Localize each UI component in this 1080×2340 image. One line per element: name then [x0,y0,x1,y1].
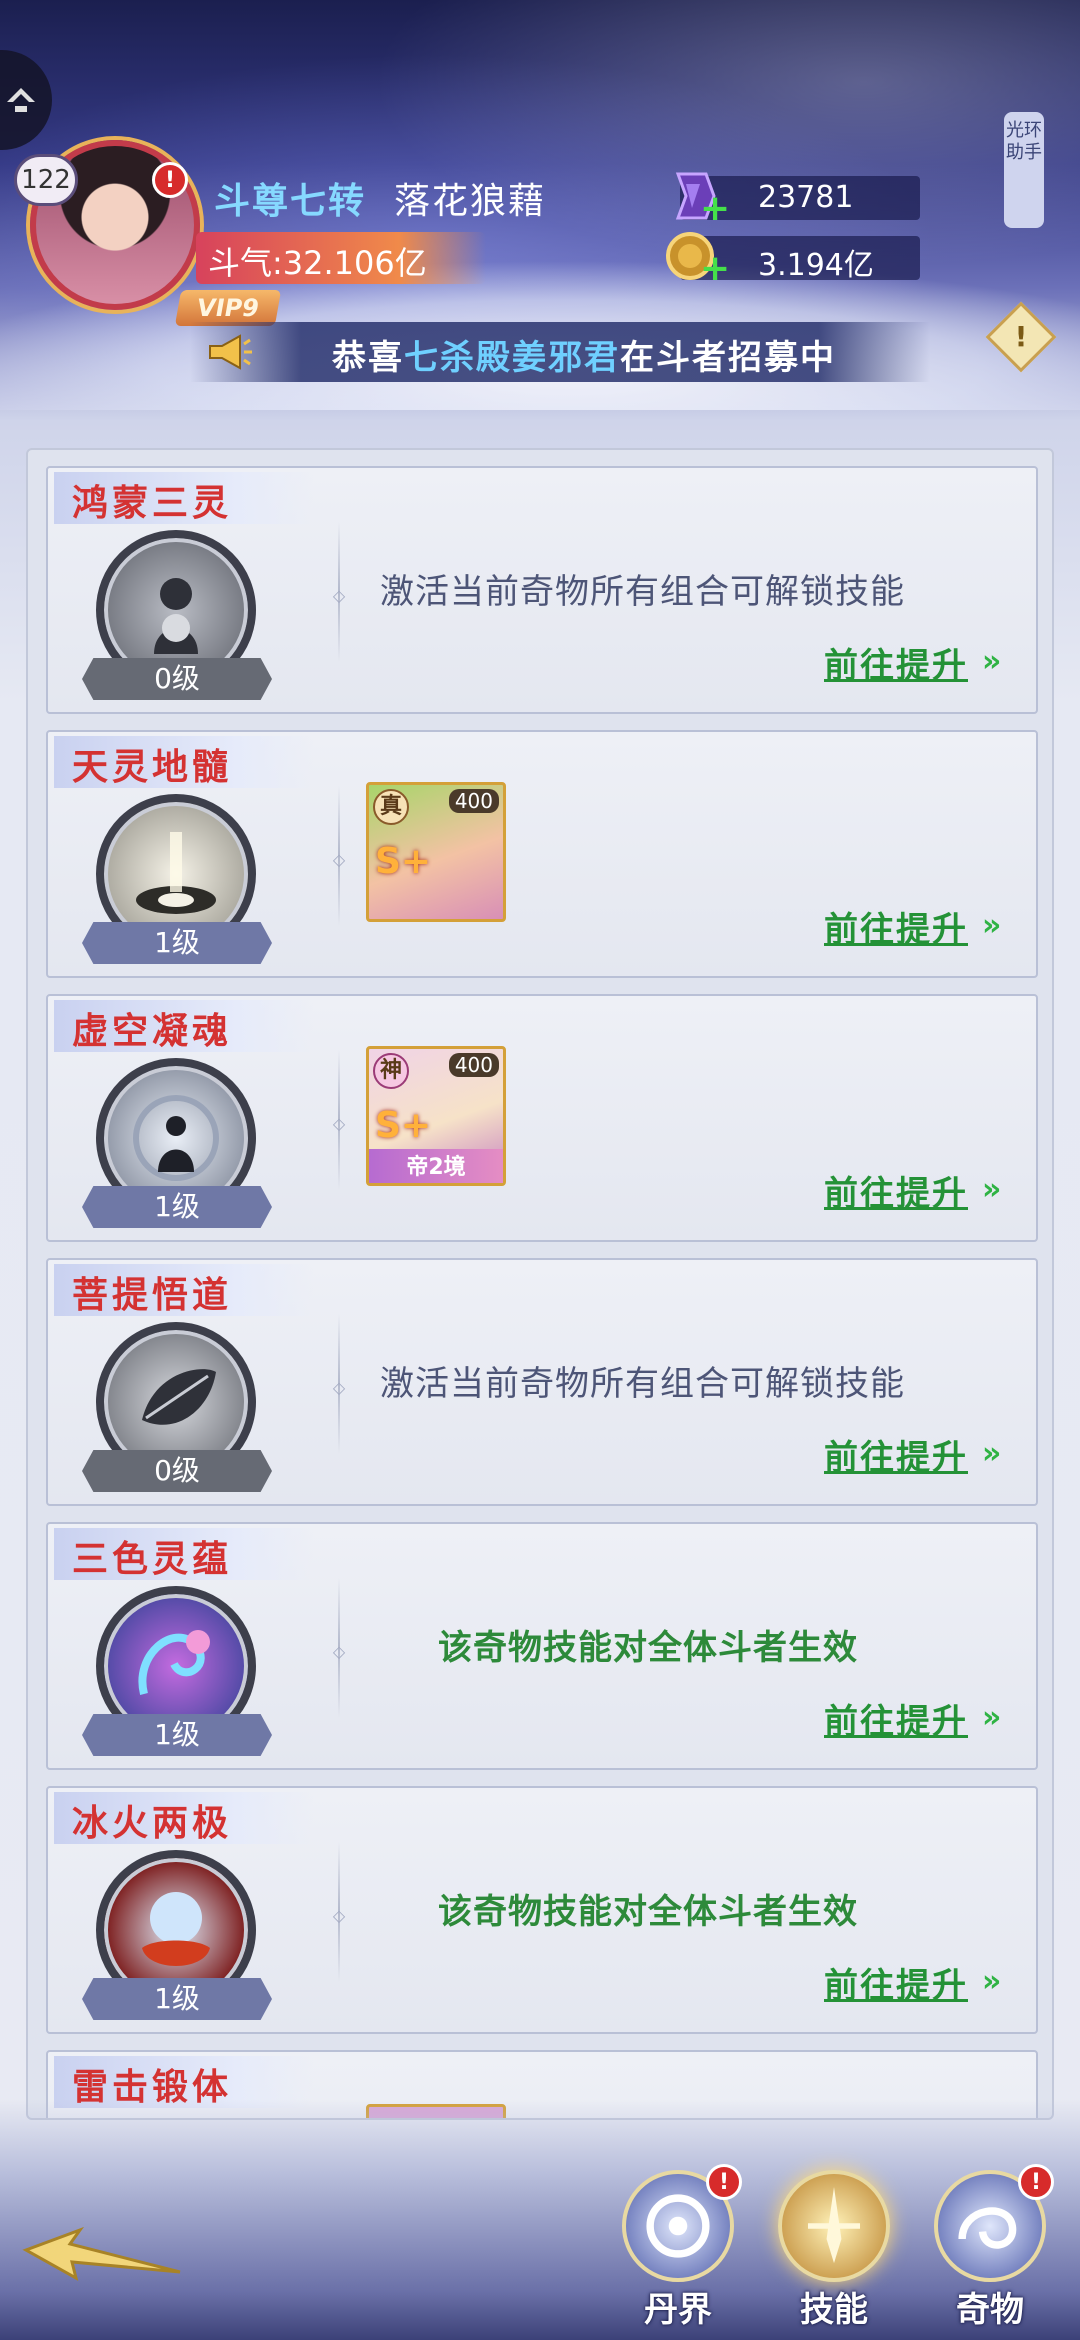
ice-fire-icon [142,1892,210,1966]
skill-description: 激活当前奇物所有组合可解锁技能 [380,572,905,612]
vip-badge[interactable]: VIP9 [174,290,282,326]
goto-upgrade-button[interactable]: 前往提升 [824,1430,968,1479]
skill-description: 该奇物技能对全体斗者生效 [438,1628,858,1668]
divider-diamond-icon: ◇ [332,850,346,869]
broadcast-prefix: 恭喜 [332,338,404,378]
player-avatar-frame[interactable]: 122 ! [14,140,200,310]
leaf-icon [142,1369,216,1425]
divider-diamond-icon: ◇ [332,1906,346,1925]
skill-level: 1级 [82,1978,272,2020]
power-value: 斗气:32.106亿 [208,244,427,282]
divider-diamond-icon: ◇ [332,1642,346,1661]
goto-upgrade-button[interactable]: 前往提升 [824,638,968,687]
hero-grade: S+ [375,1105,432,1146]
skill-level: 0级 [82,1450,272,1492]
divider-diamond-icon: ◇ [332,586,346,605]
broadcast-text: 恭喜七杀殿姜邪君在斗者招募中 [332,330,836,379]
double-chevron-icon: » [982,644,1002,679]
double-chevron-icon: » [982,1172,1002,1207]
hero-quality-badge: 神 [373,1053,409,1089]
rank-title: 斗尊七转 [214,181,367,222]
double-chevron-icon: » [982,908,1002,943]
treasure-skill-list[interactable]: 鸿蒙三灵 0级 ◇ 激活当前奇物所有组合可解锁技能 前往提升 » 天灵地髓 1级 [26,448,1054,2120]
goto-upgrade-button[interactable]: 前往提升 [824,1166,968,1215]
skill-card: 菩提悟道 0级 ◇ 激活当前奇物所有组合可解锁技能 前往提升 » [46,1258,1038,1506]
gem-currency: + 23781 [675,172,920,227]
goto-upgrade-button[interactable]: 前往提升 [824,1958,968,2007]
skill-title: 虚空凝魂 [72,1010,233,1052]
skill-level: 1级 [82,922,272,964]
add-gems-button[interactable]: + [700,191,730,227]
hero-grade: S+ [375,841,432,882]
broadcast-highlight: 七杀殿姜邪君 [404,338,620,378]
spirit-swirl-icon [138,1630,210,1695]
double-chevron-icon: » [982,1436,1002,1471]
skill-title: 菩提悟道 [72,1274,233,1316]
skill-level: 1级 [82,1186,272,1228]
hero-quality-badge: 真 [373,789,409,825]
nav-treasure-label: 奇物 [956,2290,1024,2330]
nav-danjie-label: 丹界 [644,2290,712,2330]
add-gold-button[interactable]: + [700,251,730,287]
hero-star-count: 400 [448,1053,499,1077]
skill-card: 冰火两极 1级 ◇ 该奇物技能对全体斗者生效 前往提升 » [46,1786,1038,2034]
skill-card: 虚空凝魂 1级 ◇ 神 400 S+ 帝2境 前往提升 » [46,994,1038,1242]
double-chevron-icon: » [982,1700,1002,1735]
skill-level: 0级 [82,658,272,700]
warning-icon: ! [1014,320,1028,353]
megaphone-icon [209,334,252,370]
treasure-alert-icon: ! [1018,2164,1054,2200]
skill-level: 1级 [82,1714,272,1756]
skill-title: 天灵地髓 [72,746,233,788]
goto-upgrade-button[interactable]: 前往提升 [824,1694,968,1743]
spirit-figure-icon [154,578,198,654]
return-arrow-icon[interactable] [20,2200,190,2290]
hero-card[interactable]: 神 400 S+ 帝2境 [366,1046,506,1186]
skill-card: 鸿蒙三灵 0级 ◇ 激活当前奇物所有组合可解锁技能 前往提升 » [46,466,1038,714]
double-chevron-icon: » [982,1964,1002,1999]
player-level-badge: 122 [14,154,78,206]
helper-tab[interactable]: 光环助手 [1004,112,1044,228]
gold-currency: + 3.194亿 [666,232,920,287]
skill-title: 鸿蒙三灵 [72,482,233,524]
nav-skill-label: 技能 [800,2290,868,2330]
danjie-alert-icon: ! [706,2164,742,2200]
skill-card: 三色灵蕴 1级 ◇ 该奇物技能对全体斗者生效 前往提升 » [46,1522,1038,1770]
nav-danjie-button[interactable]: ! 丹界 [616,2164,742,2330]
divider-diamond-icon: ◇ [332,1378,346,1397]
hero-star-count: 400 [448,789,499,813]
taiji-icon [136,832,216,914]
gem-amount: 23781 [758,180,854,215]
broadcast-suffix: 在斗者招募中 [620,338,836,378]
gold-amount: 3.194亿 [758,248,874,283]
hero-card[interactable]: 真 400 S+ [366,782,506,922]
back-arrow-icon [7,88,35,112]
goto-upgrade-button[interactable]: 前往提升 [824,902,968,951]
hero-realm: 帝2境 [369,1149,503,1183]
skill-description: 激活当前奇物所有组合可解锁技能 [380,1364,905,1404]
skill-title: 冰火两极 [72,1802,233,1844]
nav-skill-button[interactable]: 技能 [772,2170,896,2330]
skill-description: 该奇物技能对全体斗者生效 [438,1892,858,1932]
divider-diamond-icon: ◇ [332,1114,346,1133]
sword-emblem-icon [808,2187,860,2264]
vortex-figure-icon [133,1095,219,1181]
skill-title: 三色灵蕴 [72,1538,233,1580]
nav-treasure-button[interactable]: ! 奇物 [928,2164,1054,2330]
player-name: 落花狼藉 [394,181,547,222]
skill-card: 天灵地髓 1级 ◇ 真 400 S+ 前往提升 » [46,730,1038,978]
avatar-alert-icon: ! [152,162,188,198]
